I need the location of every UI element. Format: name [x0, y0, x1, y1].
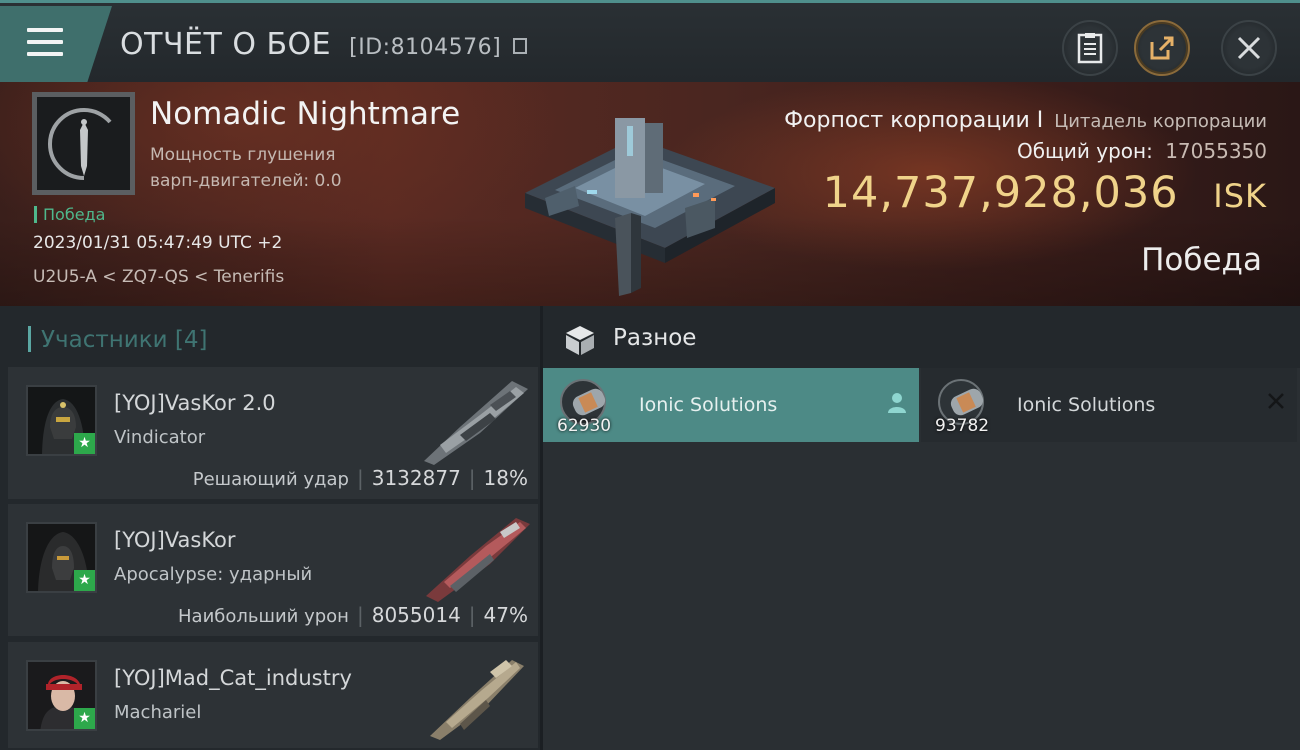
isk-value: 14,737,928,036 ISK: [823, 168, 1267, 218]
isk-amount: 14,737,928,036: [822, 168, 1179, 218]
avatar: ★: [26, 660, 97, 731]
participant-percent: 18%: [483, 466, 528, 490]
target-type-name: Форпост корпорации I: [784, 108, 1044, 133]
participant-ship: Apocalypse: ударный: [114, 564, 313, 585]
target-subtype: Цитадель корпорации: [1054, 111, 1267, 132]
report-button[interactable]: [1062, 20, 1118, 76]
share-icon: [1150, 36, 1174, 60]
item-entry[interactable]: 93782 Ionic Solutions: [921, 368, 1297, 442]
total-damage-label: Общий урон:: [1016, 139, 1153, 163]
star-badge-icon: ★: [74, 433, 95, 454]
misc-panel: Разное 62930 Ionic Solutions 93782 Ionic…: [543, 306, 1300, 750]
ship-image: [426, 518, 530, 602]
participants-title: Участники [4]: [28, 326, 207, 353]
copy-icon[interactable]: [513, 37, 528, 54]
total-damage: Общий урон: 17055350: [1017, 139, 1267, 163]
participant-name: [YOJ]Mad_Cat_industry: [114, 666, 352, 690]
participant-row[interactable]: ★ [YOJ]VasKor Apocalypse: ударный Наибол…: [8, 504, 538, 638]
target-type: Форпост корпорации I Цитадель корпорации: [784, 108, 1267, 133]
participant-row[interactable]: ★ [YOJ]VasKor 2.0 Vindicator Решающий уд…: [8, 367, 538, 501]
close-icon[interactable]: [1267, 392, 1285, 410]
share-button[interactable]: [1134, 20, 1190, 76]
person-icon[interactable]: [887, 392, 907, 414]
stat-divider: |: [356, 466, 364, 490]
page-title-text: ОТЧЁТ О БОЕ: [120, 27, 332, 62]
participant-name: [YOJ]VasKor 2.0: [114, 391, 276, 415]
ship-image: [424, 381, 528, 465]
menu-icon: [27, 28, 63, 64]
total-damage-value: 17055350: [1165, 139, 1267, 163]
warp-scramble-label: Мощность глушения: [150, 145, 336, 165]
top-bar: ОТЧЁТ О БОЕ [ID:8104576]: [0, 0, 1300, 82]
battle-id: [ID:8104576]: [349, 35, 502, 60]
participant-damage: 3132877: [371, 466, 461, 490]
participant-damage: 8055014: [371, 603, 461, 627]
participant-role: Наибольший урон: [178, 606, 349, 627]
participant-stats: Решающий удар | 3132877 | 18%: [193, 466, 528, 490]
corporation-logo[interactable]: [32, 92, 135, 195]
participant-name: [YOJ]VasKor: [114, 528, 236, 552]
structure-render: [525, 118, 775, 296]
sword-emblem-icon: [47, 107, 112, 180]
battle-datetime: 2023/01/31 05:47:49 UTC +2: [33, 233, 283, 253]
ship-image: [430, 660, 524, 740]
page-title: ОТЧЁТ О БОЕ [ID:8104576]: [120, 27, 528, 62]
participant-ship: Vindicator: [114, 427, 206, 448]
star-badge-icon: ★: [74, 708, 95, 729]
battle-location: U2U5-A < ZQ7-QS < Tenerifis: [33, 267, 285, 287]
avatar: ★: [26, 385, 97, 456]
item-name: Ionic Solutions: [639, 394, 778, 416]
misc-header: Разное: [543, 306, 1300, 368]
victim-name: Nomadic Nightmare: [150, 96, 461, 132]
warp-scramble-stat: Мощность глушения варп-двигателей: 0.0: [150, 142, 342, 194]
report-icon: [1077, 33, 1103, 64]
avatar: ★: [26, 522, 97, 593]
participant-percent: 47%: [483, 603, 528, 627]
close-button[interactable]: [1221, 20, 1277, 76]
stat-divider: |: [356, 603, 364, 627]
item-quantity: 62930: [557, 416, 612, 436]
menu-button[interactable]: [0, 6, 112, 82]
stat-divider: |: [468, 603, 476, 627]
participant-stats: Наибольший урон | 8055014 | 47%: [178, 603, 528, 627]
isk-currency: ISK: [1213, 177, 1267, 215]
close-icon: [1237, 36, 1261, 60]
cube-icon: [566, 326, 594, 355]
item-entry[interactable]: 62930 Ionic Solutions: [543, 368, 919, 442]
item-name: Ionic Solutions: [1017, 394, 1156, 416]
killmail-banner: Nomadic Nightmare Мощность глушения варп…: [0, 82, 1300, 306]
participant-ship: Machariel: [114, 702, 202, 723]
participant-role: Решающий удар: [192, 469, 349, 490]
battle-result: Победа: [1141, 242, 1262, 278]
star-badge-icon: ★: [74, 570, 95, 591]
victory-tag: Победа: [34, 205, 105, 224]
participant-row[interactable]: ★ [YOJ]Mad_Cat_industry Machariel: [8, 642, 538, 750]
warp-scramble-value: варп-двигателей: 0.0: [150, 171, 342, 191]
participants-panel: Участники [4] ★ [YOJ]VasKor 2.0 Vindicat…: [0, 306, 540, 750]
stat-divider: |: [468, 466, 476, 490]
item-quantity: 93782: [935, 416, 990, 436]
misc-title: Разное: [613, 325, 697, 351]
